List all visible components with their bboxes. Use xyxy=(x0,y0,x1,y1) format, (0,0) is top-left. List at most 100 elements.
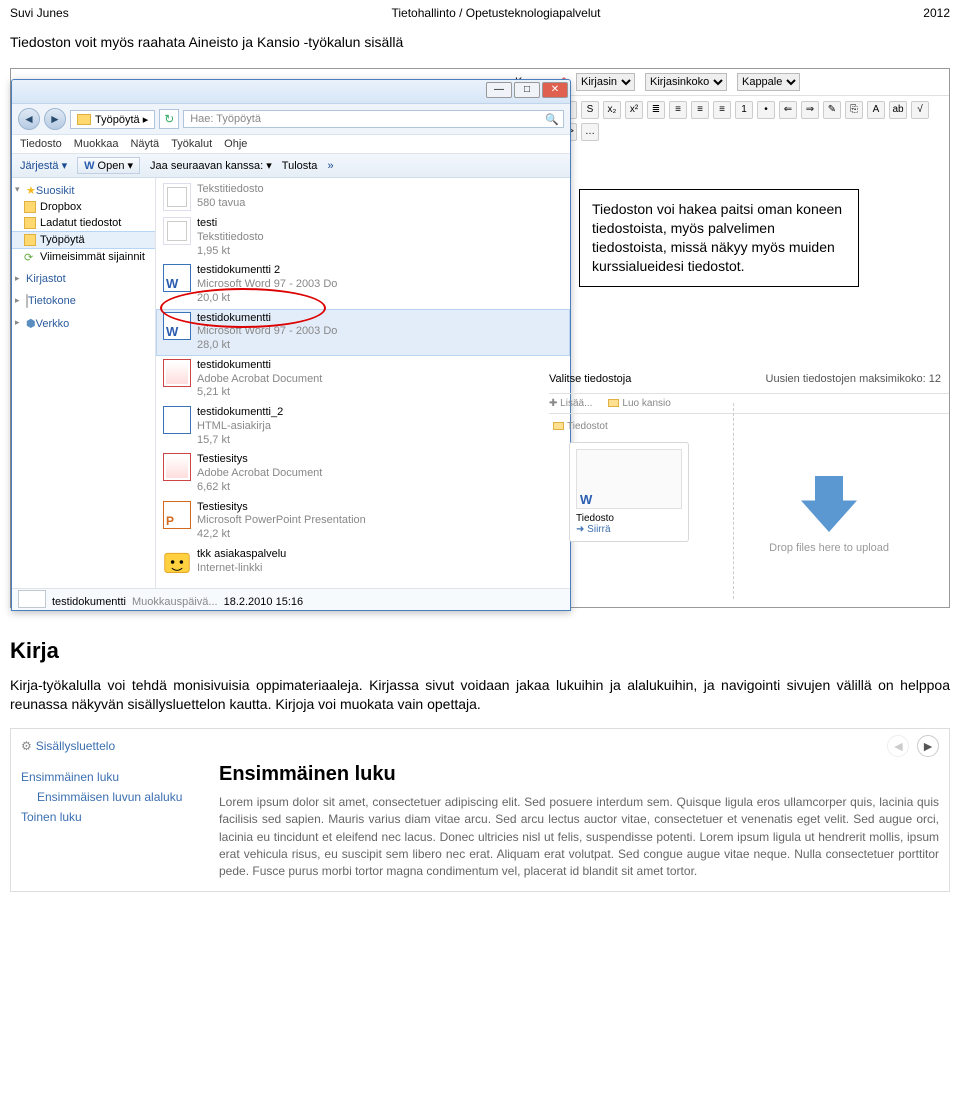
next-page-icon[interactable]: ► xyxy=(917,735,939,757)
explorer-sidebar: ★Suosikit Dropbox Ladatut tiedostot Työp… xyxy=(12,178,156,588)
superscript-icon[interactable]: x² xyxy=(625,101,643,119)
minimize-icon[interactable]: — xyxy=(486,82,512,98)
search-icon: 🔍 xyxy=(545,113,559,126)
sidebar-item-recent[interactable]: ⟳Viimeisimmät sijainnit xyxy=(12,249,155,265)
file-row[interactable]: testidokumentti_2HTML-asiakirja15,7 kt xyxy=(156,403,570,450)
paste-icon[interactable]: ⎘ xyxy=(845,101,863,119)
paragraph-style-select[interactable]: Kappale xyxy=(737,73,800,91)
network-icon: ⬢ xyxy=(26,318,36,330)
forward-button-icon[interactable]: ► xyxy=(44,108,66,130)
strike-icon[interactable]: S xyxy=(581,101,599,119)
screenshot-file-dialog: Kuvaus* Kirjasin Kirjasinkoko Kappale B … xyxy=(10,68,950,608)
font-family-select[interactable]: Kirjasin xyxy=(576,73,635,91)
back-button-icon[interactable]: ◄ xyxy=(18,108,40,130)
close-icon[interactable]: ✕ xyxy=(542,82,568,98)
sidebar-network-header[interactable]: ⬢Verkko xyxy=(12,315,155,332)
align-justify-icon[interactable]: ≡ xyxy=(713,101,731,119)
menu-edit[interactable]: Muokkaa xyxy=(74,138,119,150)
screenshot-book-tool: ⚙Sisällysluettelo ◄ ► Ensimmäinen luku E… xyxy=(10,728,950,892)
editor-header-row: Kuvaus* Kirjasin Kirjasinkoko Kappale xyxy=(509,69,949,96)
upload-file-card[interactable]: Tiedosto ➜ Siirrä xyxy=(569,442,689,542)
explorer-nav-bar: ◄ ► Työpöytä ▸ ↻ Hae: Työpöytä🔍 xyxy=(12,104,570,135)
move-file-button[interactable]: ➜ Siirrä xyxy=(576,524,682,535)
chapter-body: Lorem ipsum dolor sit amet, consectetuer… xyxy=(219,794,939,881)
file-row[interactable]: TestiesitysMicrosoft PowerPoint Presenta… xyxy=(156,498,570,545)
file-row[interactable]: testidokumenttiAdobe Acrobat Document5,2… xyxy=(156,356,570,403)
add-file-button[interactable]: ✚ Lisää... xyxy=(549,398,592,409)
sidebar-item-dropbox[interactable]: Dropbox xyxy=(12,199,155,215)
recent-icon: ⟳ xyxy=(24,251,36,263)
kirja-heading: Kirja xyxy=(10,638,950,664)
toc-link[interactable]: ⚙Sisällysluettelo xyxy=(21,738,115,753)
font-size-select[interactable]: Kirjasinkoko xyxy=(645,73,727,91)
align-left-icon[interactable]: ≣ xyxy=(647,101,665,119)
bullet-list-icon[interactable]: • xyxy=(757,101,775,119)
file-size: 15,7 kt xyxy=(197,434,283,448)
pdf-file-icon xyxy=(163,453,191,481)
toc-item[interactable]: Ensimmäinen luku xyxy=(21,767,201,787)
select-files-label: Valitse tiedostoja xyxy=(549,373,631,385)
editor-format-toolbar: B I U S x₂ x² ≣ ≡ ≡ ≡ 1 • ⇐ ⇒ ✎ ⎘ A ab √… xyxy=(509,97,949,145)
explorer-toolbar: Järjestä ▾ W Open ▾ Jaa seuraavan kanssa… xyxy=(12,154,570,178)
file-type: Adobe Acrobat Document xyxy=(197,373,322,387)
folder-breadcrumb[interactable]: Tiedostot xyxy=(549,414,949,432)
subscript-icon[interactable]: x₂ xyxy=(603,101,621,119)
drop-hint-label: Drop files here to upload xyxy=(769,542,889,554)
outdent-icon[interactable]: ⇐ xyxy=(779,101,797,119)
font-color-icon[interactable]: A xyxy=(867,101,885,119)
file-row[interactable]: testiTekstitiedosto1,95 kt xyxy=(156,214,570,261)
explorer-status-bar: testidokumentti Muokkauspäivä... 18.2.20… xyxy=(12,588,570,610)
sidebar-item-desktop[interactable]: Työpöytä xyxy=(12,231,155,249)
annotation-circle xyxy=(160,288,326,328)
open-button[interactable]: W Open ▾ xyxy=(77,157,140,174)
highlight-icon[interactable]: ab xyxy=(889,101,907,119)
print-button[interactable]: Tulosta xyxy=(282,160,318,172)
folder-icon xyxy=(77,114,91,125)
search-input[interactable]: Hae: Työpöytä🔍 xyxy=(183,110,564,128)
more-icon[interactable]: … xyxy=(581,123,599,141)
status-date-label: Muokkauspäivä... xyxy=(132,596,218,608)
menu-file[interactable]: Tiedosto xyxy=(20,138,62,150)
toc-item[interactable]: Ensimmäisen luvun alaluku xyxy=(21,787,201,807)
folder-icon xyxy=(608,399,619,407)
toolbar-more-icon[interactable]: » xyxy=(327,160,333,172)
file-name: Testiesitys xyxy=(197,501,366,515)
upload-limit-label: Uusien tiedostojen maksimikoko: 12 xyxy=(766,373,941,385)
prev-page-icon[interactable]: ◄ xyxy=(887,735,909,757)
upload-panel: Valitse tiedostoja Uusien tiedostojen ma… xyxy=(509,369,949,599)
maximize-icon[interactable]: □ xyxy=(514,82,540,98)
status-date: 18.2.2010 15:16 xyxy=(224,596,304,608)
status-thumb-icon xyxy=(18,590,46,608)
ordered-list-icon[interactable]: 1 xyxy=(735,101,753,119)
toc-item[interactable]: Toinen luku xyxy=(21,807,201,827)
indent-icon[interactable]: ⇒ xyxy=(801,101,819,119)
sidebar-item-downloads[interactable]: Ladatut tiedostot xyxy=(12,215,155,231)
window-titlebar[interactable]: — □ ✕ xyxy=(12,80,570,104)
edit-icon[interactable]: ✎ xyxy=(823,101,841,119)
sqrt-icon[interactable]: √ xyxy=(911,101,929,119)
breadcrumb-label: Työpöytä ▸ xyxy=(95,113,148,126)
explorer-menu-bar: Tiedosto Muokkaa Näytä Työkalut Ohje xyxy=(12,135,570,154)
arrange-button[interactable]: Järjestä ▾ xyxy=(20,159,67,172)
file-type: Tekstitiedosto xyxy=(197,231,264,245)
file-row[interactable]: TestiesitysAdobe Acrobat Document6,62 kt xyxy=(156,450,570,497)
menu-help[interactable]: Ohje xyxy=(224,138,247,150)
file-row[interactable]: Tekstitiedosto580 tavua xyxy=(156,180,570,214)
page-header: Suvi Junes Tietohallinto / Opetusteknolo… xyxy=(0,0,960,22)
align-center-icon[interactable]: ≡ xyxy=(669,101,687,119)
menu-tools[interactable]: Työkalut xyxy=(171,138,212,150)
drop-target[interactable]: Drop files here to upload xyxy=(769,469,889,554)
breadcrumb[interactable]: Työpöytä ▸ xyxy=(70,110,155,129)
create-folder-button[interactable]: Luo kansio xyxy=(608,398,670,409)
chapter-title: Ensimmäinen luku xyxy=(219,763,939,786)
refresh-icon[interactable]: ↻ xyxy=(159,109,179,129)
file-thumbnail-icon xyxy=(576,449,682,509)
menu-view[interactable]: Näytä xyxy=(130,138,159,150)
align-right-icon[interactable]: ≡ xyxy=(691,101,709,119)
sidebar-computer-header[interactable]: Tietokone xyxy=(12,293,155,309)
sidebar-favorites-header[interactable]: ★Suosikit xyxy=(12,182,155,199)
share-button[interactable]: Jaa seuraavan kanssa: ▾ xyxy=(150,159,272,172)
file-row[interactable]: tkk asiakaspalveluInternet-linkki xyxy=(156,545,570,579)
sidebar-libraries-header[interactable]: Kirjastot xyxy=(12,271,155,287)
cat-file-icon xyxy=(163,548,191,576)
